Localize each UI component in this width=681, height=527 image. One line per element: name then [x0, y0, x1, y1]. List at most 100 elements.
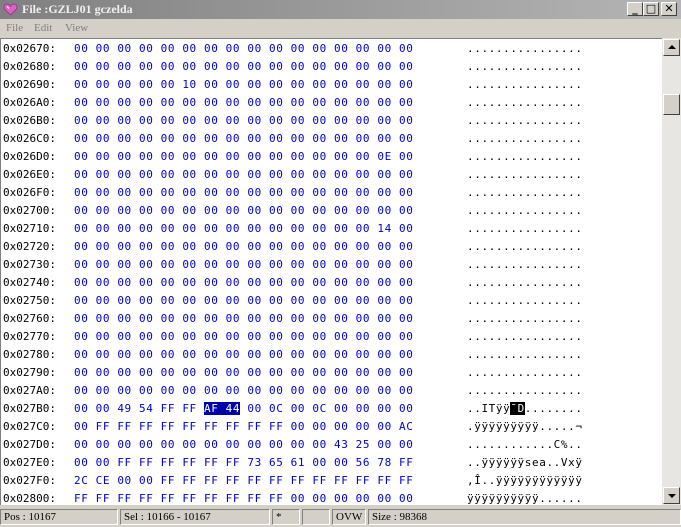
menu-view[interactable]: View	[65, 22, 88, 34]
row-ascii[interactable]: .ÿÿÿÿÿÿÿÿÿ.....¬	[467, 418, 583, 436]
hex-row[interactable]: 0x02790: 00 00 00 00 00 00 00 00 00 00 00…	[1, 364, 662, 382]
row-bytes[interactable]: 00 00 00 00 00 00 00 00 00 00 00 00 43 2…	[74, 436, 413, 454]
maximize-button[interactable]: □	[643, 2, 659, 16]
row-bytes[interactable]: 00 00 00 00 00 00 00 00 00 00 00 00 00 0…	[74, 184, 413, 202]
byte-group[interactable]: 00 00 49 54 FF FF	[74, 402, 204, 415]
row-ascii[interactable]: ................	[467, 382, 583, 400]
hex-row[interactable]: 0x026F0: 00 00 00 00 00 00 00 00 00 00 00…	[1, 184, 662, 202]
row-ascii[interactable]: ................	[467, 256, 583, 274]
row-ascii[interactable]: ................	[467, 112, 583, 130]
hex-row[interactable]: 0x027D0: 00 00 00 00 00 00 00 00 00 00 00…	[1, 436, 662, 454]
ascii-group[interactable]: ..ITÿÿ	[467, 402, 510, 415]
row-ascii[interactable]: ................	[467, 346, 583, 364]
row-ascii[interactable]: ................	[467, 148, 583, 166]
hex-row[interactable]: 0x02670: 00 00 00 00 00 00 00 00 00 00 00…	[1, 40, 662, 58]
row-bytes[interactable]: 00 00 FF FF FF FF FF FF 73 65 61 00 00 5…	[74, 454, 413, 472]
title-bar[interactable]: File :GZLJ01 gczelda _ □ ✕	[0, 0, 681, 19]
hex-row[interactable]: 0x027A0: 00 00 00 00 00 00 00 00 00 00 00…	[1, 382, 662, 400]
row-bytes[interactable]: 2C CE 00 00 FF FF FF FF FF FF FF FF FF F…	[74, 472, 413, 490]
hex-row[interactable]: 0x02760: 00 00 00 00 00 00 00 00 00 00 00…	[1, 310, 662, 328]
hex-row[interactable]: 0x026A0: 00 00 00 00 00 00 00 00 00 00 00…	[1, 94, 662, 112]
row-bytes[interactable]: 00 00 00 00 00 00 00 00 00 00 00 00 00 0…	[74, 274, 413, 292]
scroll-up-button[interactable]	[663, 39, 680, 56]
row-ascii[interactable]: ................	[467, 310, 583, 328]
row-ascii[interactable]: ................	[467, 220, 583, 238]
row-ascii[interactable]: ................	[467, 202, 583, 220]
row-ascii[interactable]: ..ÿÿÿÿÿÿsea..Vxÿ	[467, 454, 583, 472]
ascii-selection[interactable]: ¯D	[510, 402, 525, 415]
hex-row[interactable]: 0x026D0: 00 00 00 00 00 00 00 00 00 00 00…	[1, 148, 662, 166]
hex-row[interactable]: 0x026E0: 00 00 00 00 00 00 00 00 00 00 00…	[1, 166, 662, 184]
row-bytes[interactable]: 00 00 00 00 00 00 00 00 00 00 00 00 00 0…	[74, 166, 413, 184]
row-ascii[interactable]: ................	[467, 94, 583, 112]
row-ascii[interactable]: ................	[467, 292, 583, 310]
row-ascii[interactable]: ,Î..ÿÿÿÿÿÿÿÿÿÿÿÿ	[467, 472, 583, 490]
row-bytes[interactable]: 00 00 00 00 00 00 00 00 00 00 00 00 00 0…	[74, 148, 413, 166]
row-ascii[interactable]: ..ITÿÿ¯D........	[467, 400, 583, 418]
hex-row[interactable]: 0x02770: 00 00 00 00 00 00 00 00 00 00 00…	[1, 328, 662, 346]
row-address: 0x02690:	[3, 78, 56, 91]
row-bytes[interactable]: 00 00 00 00 00 00 00 00 00 00 00 00 00 0…	[74, 256, 413, 274]
row-bytes[interactable]: 00 00 00 00 00 00 00 00 00 00 00 00 00 0…	[74, 310, 413, 328]
row-bytes[interactable]: FF FF FF FF FF FF FF FF FF FF 00 00 00 0…	[74, 490, 413, 505]
hex-row[interactable]: 0x026B0: 00 00 00 00 00 00 00 00 00 00 00…	[1, 112, 662, 130]
hex-row[interactable]: 0x02680: 00 00 00 00 00 00 00 00 00 00 00…	[1, 58, 662, 76]
ascii-group[interactable]: ........	[525, 402, 583, 415]
row-ascii[interactable]: ................	[467, 76, 583, 94]
minimize-button[interactable]: _	[627, 2, 643, 16]
scroll-down-button[interactable]	[663, 487, 680, 504]
menu-edit[interactable]: Edit	[34, 22, 52, 34]
row-ascii[interactable]: ................	[467, 58, 583, 76]
row-ascii[interactable]: ................	[467, 166, 583, 184]
row-bytes[interactable]: 00 FF FF FF FF FF FF FF FF FF 00 00 00 0…	[74, 418, 413, 436]
row-ascii[interactable]: ................	[467, 328, 583, 346]
hex-row[interactable]: 0x02720: 00 00 00 00 00 00 00 00 00 00 00…	[1, 238, 662, 256]
hex-row[interactable]: 0x027C0: 00 FF FF FF FF FF FF FF FF FF 00…	[1, 418, 662, 436]
row-bytes[interactable]: 00 00 00 00 00 00 00 00 00 00 00 00 00 0…	[74, 130, 413, 148]
minimize-icon: _	[632, 2, 638, 15]
row-bytes[interactable]: 00 00 00 00 00 10 00 00 00 00 00 00 00 0…	[74, 76, 413, 94]
row-bytes[interactable]: 00 00 00 00 00 00 00 00 00 00 00 00 00 0…	[74, 112, 413, 130]
hex-row[interactable]: 0x02710: 00 00 00 00 00 00 00 00 00 00 00…	[1, 220, 662, 238]
row-bytes[interactable]: 00 00 00 00 00 00 00 00 00 00 00 00 00 0…	[74, 346, 413, 364]
row-address: 0x026A0:	[3, 96, 56, 109]
hex-view[interactable]: 0x02670: 00 00 00 00 00 00 00 00 00 00 00…	[0, 38, 662, 505]
hex-row[interactable]: 0x02750: 00 00 00 00 00 00 00 00 00 00 00…	[1, 292, 662, 310]
hex-row[interactable]: 0x027E0: 00 00 FF FF FF FF FF FF 73 65 61…	[1, 454, 662, 472]
byte-selection[interactable]: AF 44	[204, 402, 241, 415]
row-ascii[interactable]: ................	[467, 130, 583, 148]
hex-row[interactable]: 0x02740: 00 00 00 00 00 00 00 00 00 00 00…	[1, 274, 662, 292]
scroll-thumb[interactable]	[663, 94, 680, 115]
hex-row[interactable]: 0x026C0: 00 00 00 00 00 00 00 00 00 00 00…	[1, 130, 662, 148]
row-ascii[interactable]: ................	[467, 40, 583, 58]
row-ascii[interactable]: ................	[467, 364, 583, 382]
row-bytes[interactable]: 00 00 49 54 FF FF AF 44 00 0C 00 0C 00 0…	[74, 400, 413, 418]
row-ascii[interactable]: ................	[467, 274, 583, 292]
row-bytes[interactable]: 00 00 00 00 00 00 00 00 00 00 00 00 00 0…	[74, 328, 413, 346]
row-bytes[interactable]: 00 00 00 00 00 00 00 00 00 00 00 00 00 0…	[74, 40, 413, 58]
hex-row[interactable]: 0x02690: 00 00 00 00 00 10 00 00 00 00 00…	[1, 76, 662, 94]
byte-group[interactable]: 00 0C 00 0C 00 00 00 00	[240, 402, 413, 415]
close-button[interactable]: ✕	[661, 2, 677, 16]
hex-row[interactable]: 0x027F0: 2C CE 00 00 FF FF FF FF FF FF FF…	[1, 472, 662, 490]
row-bytes[interactable]: 00 00 00 00 00 00 00 00 00 00 00 00 00 0…	[74, 364, 413, 382]
row-ascii[interactable]: ................	[467, 184, 583, 202]
row-bytes[interactable]: 00 00 00 00 00 00 00 00 00 00 00 00 00 0…	[74, 94, 413, 112]
row-ascii[interactable]: ................	[467, 238, 583, 256]
row-bytes[interactable]: 00 00 00 00 00 00 00 00 00 00 00 00 00 0…	[74, 202, 413, 220]
row-ascii[interactable]: ............C%..	[467, 436, 583, 454]
hex-row[interactable]: 0x02730: 00 00 00 00 00 00 00 00 00 00 00…	[1, 256, 662, 274]
row-bytes[interactable]: 00 00 00 00 00 00 00 00 00 00 00 00 00 0…	[74, 58, 413, 76]
vertical-scrollbar[interactable]	[662, 38, 681, 505]
row-bytes[interactable]: 00 00 00 00 00 00 00 00 00 00 00 00 00 0…	[74, 238, 413, 256]
menu-file[interactable]: File	[6, 22, 23, 34]
row-bytes[interactable]: 00 00 00 00 00 00 00 00 00 00 00 00 00 0…	[74, 382, 413, 400]
hex-row[interactable]: 0x02700: 00 00 00 00 00 00 00 00 00 00 00…	[1, 202, 662, 220]
hex-row[interactable]: 0x02780: 00 00 00 00 00 00 00 00 00 00 00…	[1, 346, 662, 364]
close-icon: ✕	[664, 2, 674, 15]
row-ascii[interactable]: ÿÿÿÿÿÿÿÿÿÿ......	[467, 490, 583, 505]
hex-row[interactable]: 0x027B0: 00 00 49 54 FF FF AF 44 00 0C 00…	[1, 400, 662, 418]
hex-row[interactable]: 0x02800: FF FF FF FF FF FF FF FF FF FF 00…	[1, 490, 662, 505]
row-bytes[interactable]: 00 00 00 00 00 00 00 00 00 00 00 00 00 0…	[74, 220, 413, 238]
row-bytes[interactable]: 00 00 00 00 00 00 00 00 00 00 00 00 00 0…	[74, 292, 413, 310]
